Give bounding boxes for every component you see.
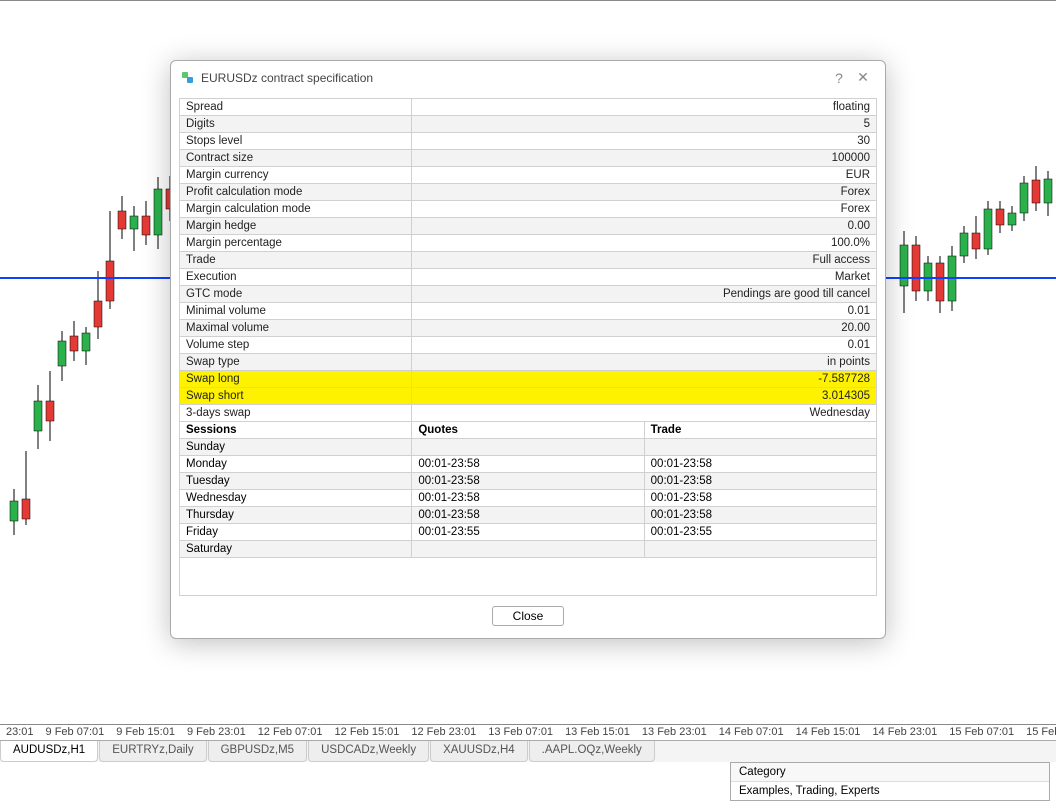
time-tick: 12 Feb 07:01 [252,725,329,738]
session-trade [644,541,876,558]
navigator-panel[interactable]: Category Examples, Trading, Experts [730,762,1050,801]
sessions-table: SessionsQuotesTradeSundayMonday00:01-23:… [179,421,877,596]
spec-value: Full access [412,252,877,269]
time-tick: 12 Feb 15:01 [329,725,406,738]
session-trade: 00:01-23:58 [644,490,876,507]
spec-value: Wednesday [412,405,877,422]
spec-value: floating [412,99,877,116]
spec-value: 0.00 [412,218,877,235]
spec-value: Forex [412,184,877,201]
spec-label: 3-days swap [180,405,412,422]
chart-tab[interactable]: GBPUSDz,M5 [208,741,308,762]
session-quotes [412,439,644,456]
session-quotes: 00:01-23:58 [412,507,644,524]
contract-specification-dialog: EURUSDz contract specification ? ✕ Sprea… [170,60,886,639]
sessions-header-cell: Sessions [180,422,412,439]
spec-value: 3.014305 [412,388,877,405]
session-quotes: 00:01-23:55 [412,524,644,541]
chart-tab-bar: AUDUSDz,H1EURTRYz,DailyGBPUSDz,M5USDCADz… [0,740,1056,762]
session-quotes: 00:01-23:58 [412,490,644,507]
spec-value: 0.01 [412,303,877,320]
chart-tab[interactable]: XAUUSDz,H4 [430,741,528,762]
time-tick: 9 Feb 15:01 [110,725,181,738]
spec-label: Swap long [180,371,412,388]
session-trade: 00:01-23:58 [644,507,876,524]
close-button[interactable]: Close [492,606,565,626]
spec-label: Maximal volume [180,320,412,337]
spec-value: Pendings are good till cancel [412,286,877,303]
sessions-header-cell: Trade [644,422,876,439]
time-tick: 9 Feb 23:01 [181,725,252,738]
session-trade: 00:01-23:55 [644,524,876,541]
navigator-header: Category [731,763,1049,782]
session-quotes: 00:01-23:58 [412,473,644,490]
time-tick: 15 Feb 07:01 [943,725,1020,738]
spec-label: Spread [180,99,412,116]
time-tick: 13 Feb 15:01 [559,725,636,738]
session-day: Wednesday [180,490,412,507]
session-trade: 00:01-23:58 [644,473,876,490]
spec-label: Trade [180,252,412,269]
spec-value: 20.00 [412,320,877,337]
dialog-titlebar: EURUSDz contract specification ? ✕ [171,61,885,94]
chart-tab[interactable]: .AAPL.OQz,Weekly [529,741,655,762]
spec-value: in points [412,354,877,371]
time-tick: 13 Feb 07:01 [482,725,559,738]
spec-label: Margin currency [180,167,412,184]
session-trade [644,439,876,456]
chart-tab[interactable]: EURTRYz,Daily [99,741,206,762]
spec-label: Execution [180,269,412,286]
spec-label: Profit calculation mode [180,184,412,201]
dialog-title-text: EURUSDz contract specification [201,71,373,85]
spec-label: Contract size [180,150,412,167]
spec-value: Forex [412,201,877,218]
spec-label: Minimal volume [180,303,412,320]
spec-value: EUR [412,167,877,184]
session-quotes [412,541,644,558]
spec-value: 100.0% [412,235,877,252]
session-day: Friday [180,524,412,541]
spec-label: Margin hedge [180,218,412,235]
time-tick: 14 Feb 15:01 [790,725,867,738]
spec-label: GTC mode [180,286,412,303]
time-tick: 15 Feb 15:01 [1020,725,1056,738]
time-tick: 12 Feb 23:01 [405,725,482,738]
spec-value: 0.01 [412,337,877,354]
navigator-item[interactable]: Examples, Trading, Experts [731,782,1049,800]
session-day: Monday [180,456,412,473]
sessions-header-cell: Quotes [412,422,644,439]
help-button[interactable]: ? [827,70,851,86]
spec-label: Swap type [180,354,412,371]
session-quotes: 00:01-23:58 [412,456,644,473]
spec-label: Volume step [180,337,412,354]
chart-tab[interactable]: AUDUSDz,H1 [0,741,98,762]
session-day: Saturday [180,541,412,558]
spec-label: Stops level [180,133,412,150]
session-trade: 00:01-23:58 [644,456,876,473]
spec-value: 100000 [412,150,877,167]
specification-table: SpreadfloatingDigits5Stops level30Contra… [179,98,877,422]
spec-value: 5 [412,116,877,133]
session-day: Thursday [180,507,412,524]
session-day: Sunday [180,439,412,456]
spec-label: Margin calculation mode [180,201,412,218]
chart-tab[interactable]: USDCADz,Weekly [308,741,429,762]
time-tick: 23:01 [0,725,40,738]
spec-label: Swap short [180,388,412,405]
spec-value: Market [412,269,877,286]
chart-time-axis: 23:019 Feb 07:019 Feb 15:019 Feb 23:0112… [0,724,1056,740]
spec-label: Margin percentage [180,235,412,252]
time-tick: 9 Feb 07:01 [40,725,111,738]
time-tick: 13 Feb 23:01 [636,725,713,738]
session-day: Tuesday [180,473,412,490]
spec-value: -7.587728 [412,371,877,388]
app-icon [181,71,195,85]
spec-value: 30 [412,133,877,150]
time-tick: 14 Feb 07:01 [713,725,790,738]
close-icon[interactable]: ✕ [851,69,875,86]
spec-label: Digits [180,116,412,133]
time-tick: 14 Feb 23:01 [866,725,943,738]
